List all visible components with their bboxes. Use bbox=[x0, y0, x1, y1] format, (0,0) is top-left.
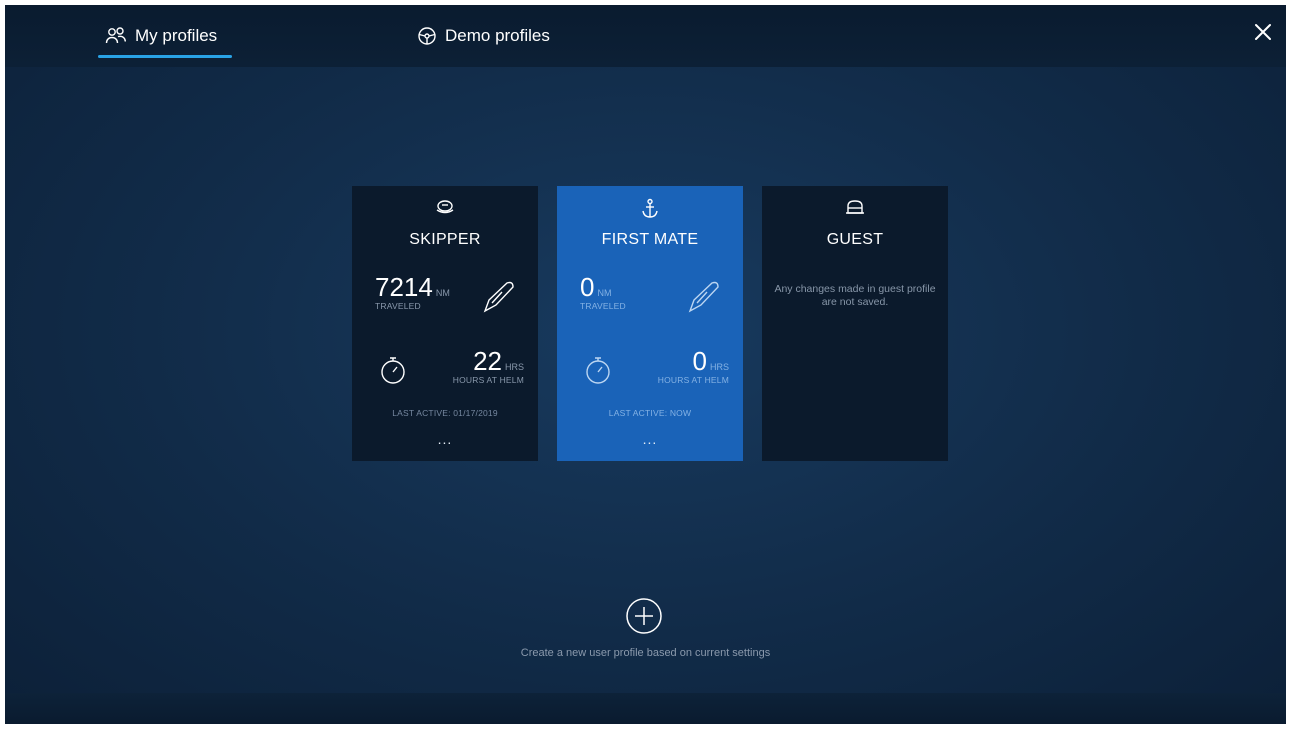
tab-demo-profiles-label: Demo profiles bbox=[445, 26, 550, 45]
last-active: LAST ACTIVE: 01/17/2019 bbox=[392, 408, 498, 418]
hours-caption: HOURS AT HELM bbox=[657, 375, 729, 385]
more-options-button[interactable]: ... bbox=[557, 431, 743, 447]
more-options-button[interactable]: ... bbox=[352, 431, 538, 447]
last-active: LAST ACTIVE: NOW bbox=[608, 408, 692, 418]
distance-unit: NM bbox=[435, 288, 450, 298]
hours-value: 22 bbox=[473, 346, 502, 376]
distance-caption: TRAVELED bbox=[375, 301, 421, 311]
distance-traveled: 0 NM TRAVELED bbox=[580, 272, 626, 311]
distance-value: 0 bbox=[580, 272, 595, 302]
hours-unit: HRS bbox=[709, 362, 729, 372]
guest-note: Any changes made in guest profile are no… bbox=[774, 283, 936, 309]
boat-icon bbox=[483, 281, 514, 313]
profile-card-first-mate[interactable]: FIRST MATE 0 NM TRAVELED 0 HRS HOURS AT HE… bbox=[557, 186, 743, 461]
timer-icon bbox=[586, 357, 610, 384]
anchor-icon bbox=[557, 198, 743, 222]
hours-value: 0 bbox=[692, 346, 707, 376]
profile-title: FIRST MATE bbox=[601, 231, 699, 248]
tab-demo-profiles[interactable]: Demo profiles bbox=[417, 5, 550, 67]
distance-caption: TRAVELED bbox=[580, 301, 626, 311]
captain-hat-icon bbox=[352, 198, 538, 222]
active-tab-indicator bbox=[98, 55, 232, 58]
tab-my-profiles-label: My profiles bbox=[135, 26, 218, 45]
hours-caption: HOURS AT HELM bbox=[452, 375, 524, 385]
add-profile-button[interactable] bbox=[625, 597, 663, 635]
people-icon bbox=[105, 27, 127, 45]
steering-wheel-icon bbox=[417, 26, 437, 46]
close-button[interactable] bbox=[1250, 19, 1276, 45]
profile-card-skipper[interactable]: SKIPPER 7214 NM TRAVELED 22 HRS HOURS AT H… bbox=[352, 186, 538, 461]
profile-title: GUEST bbox=[826, 231, 884, 248]
close-icon bbox=[1255, 24, 1271, 40]
boat-icon bbox=[688, 281, 719, 313]
add-profile-caption: Create a new user profile based on curre… bbox=[520, 647, 771, 659]
hours-at-helm: 22 HRS HOURS AT HELM bbox=[453, 346, 524, 385]
bottom-bar bbox=[5, 693, 1286, 724]
profile-title: SKIPPER bbox=[409, 231, 481, 248]
distance-traveled: 7214 NM TRAVELED bbox=[375, 272, 450, 311]
distance-unit: NM bbox=[597, 288, 612, 298]
hours-unit: HRS bbox=[504, 362, 524, 372]
plus-circle-icon bbox=[626, 598, 662, 634]
timer-icon bbox=[381, 357, 405, 384]
tab-bar: My profiles Demo profiles bbox=[5, 5, 1286, 67]
guest-cap-icon bbox=[762, 198, 948, 222]
distance-value: 7214 bbox=[375, 272, 433, 302]
hours-at-helm: 0 HRS HOURS AT HELM bbox=[658, 346, 729, 385]
profile-card-guest[interactable]: GUEST Any changes made in guest profile … bbox=[762, 186, 948, 461]
profiles-screen: My profiles Demo profiles SKIPPER 7214 N… bbox=[5, 5, 1286, 724]
